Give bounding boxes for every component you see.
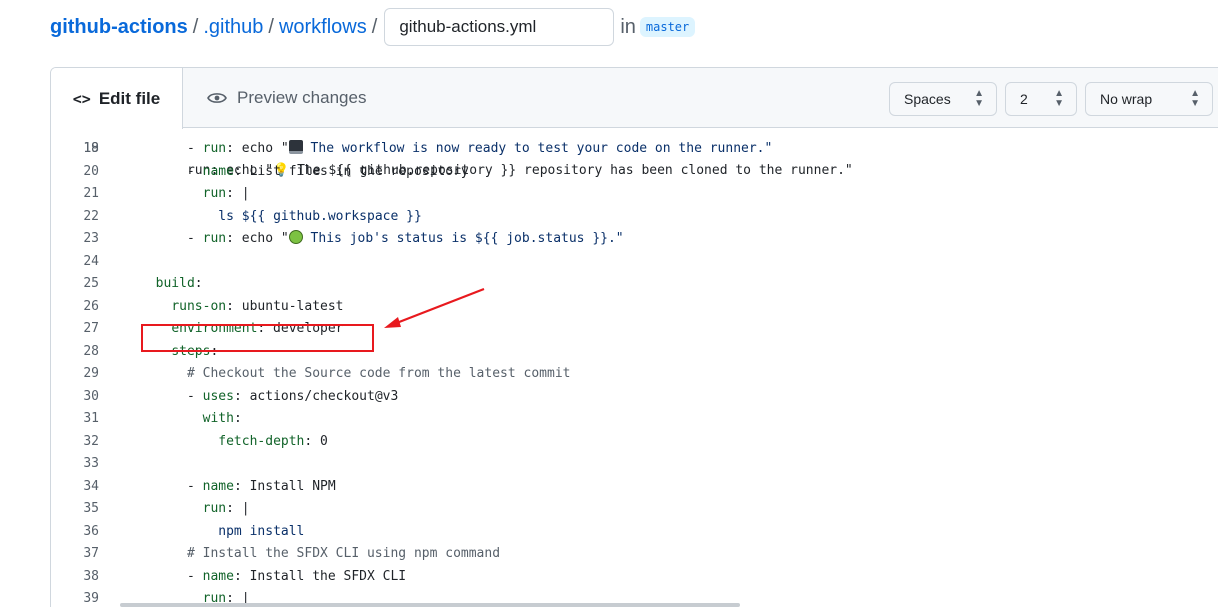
line-number: 23 — [83, 231, 99, 246]
filename-input[interactable] — [384, 8, 615, 46]
code-line: 34 - name: Install NPM — [51, 476, 1218, 498]
line-number: 28 — [83, 343, 99, 359]
code-text: - uses: actions/checkout@v3 — [140, 388, 399, 404]
select-arrows-icon: ▲ ▼ — [974, 88, 984, 109]
indent-size-select[interactable]: 2 ▲ ▼ — [1005, 82, 1077, 116]
code-line: 31 with: — [51, 408, 1218, 430]
code-line: 21 run: | — [51, 183, 1218, 205]
code-text: ls ${{ github.workspace }} — [218, 208, 422, 224]
code-line: 38 - name: Install the SFDX CLI — [51, 566, 1218, 588]
code-line: 24 — [51, 251, 1218, 273]
line-number: 33 — [83, 456, 99, 471]
code-line: 33 — [51, 453, 1218, 475]
code-line: 28 steps: — [51, 341, 1218, 363]
tab-preview-changes-label: Preview changes — [237, 88, 367, 107]
apple-emoji-icon — [288, 230, 303, 244]
line-number: 19 — [83, 141, 99, 156]
code-text: build: — [155, 276, 203, 291]
line-number: 32 — [83, 433, 99, 449]
line-number: 35 — [83, 501, 99, 516]
code-line: 19 - run: echo " The workflow is now rea… — [51, 138, 1218, 160]
file-editor: <> Edit file Preview changes Spaces ▲ ▼ 2… — [50, 67, 1218, 607]
indent-mode-value: Spaces — [904, 91, 951, 107]
code-text: run: | — [202, 186, 250, 201]
line-number: 36 — [83, 523, 99, 539]
line-number: 38 — [83, 568, 99, 584]
annotation-arrow-icon — [384, 287, 485, 328]
breadcrumb-separator: / — [371, 15, 378, 38]
line-number: 24 — [83, 253, 99, 269]
horizontal-scrollbar[interactable] — [120, 603, 740, 607]
code-line: 36 npm install — [51, 521, 1218, 543]
code-line: 30 - uses: actions/checkout@v3 — [51, 386, 1218, 408]
code-text: run: | — [202, 501, 250, 516]
code-line: 23 - run: echo " This job's status is ${… — [51, 228, 1218, 250]
code-text: with: — [202, 411, 242, 426]
code-text: npm install — [218, 523, 305, 539]
wrap-mode-value: No wrap — [1100, 91, 1153, 107]
line-number: 37 — [83, 546, 99, 561]
code-line: 32 fetch-depth: 0 — [51, 431, 1218, 453]
code-line: 27 environment: developer — [51, 318, 1218, 340]
indent-mode-select[interactable]: Spaces ▲ ▼ — [889, 82, 997, 116]
code-line: 37 # Install the SFDX CLI using npm comm… — [51, 543, 1218, 565]
breadcrumb-segment-github[interactable]: .github — [203, 16, 263, 39]
eye-icon — [207, 93, 227, 103]
code-text: - name: Install NPM — [140, 478, 336, 494]
code-line: 20 - name: List files in the repository — [51, 161, 1218, 183]
line-number: 31 — [83, 411, 99, 426]
code-text: - run: echo " This job's status is ${{ j… — [140, 230, 624, 246]
breadcrumb-separator: / — [192, 15, 199, 38]
code-text: - run: echo " The workflow is now ready … — [140, 140, 773, 156]
select-arrows-icon: ▲ ▼ — [1054, 88, 1064, 109]
code-text: steps: — [171, 343, 219, 359]
code-line: 25 build: — [51, 273, 1218, 295]
line-number: 30 — [83, 388, 99, 404]
tab-edit-file-label: Edit file — [98, 88, 161, 108]
line-number: 20 — [83, 163, 99, 179]
code-text: # Install the SFDX CLI using npm command — [186, 546, 501, 561]
breadcrumb-segment-workflows[interactable]: workflows — [279, 16, 367, 39]
code-text: # Checkout the Source code from the late… — [186, 366, 571, 381]
code-text: fetch-depth: 0 — [218, 433, 328, 449]
line-number: 34 — [83, 478, 99, 494]
code-editor[interactable]: 18 run: echo "💡 The ${{ github.repositor… — [51, 128, 1218, 607]
branch-badge[interactable]: master — [639, 17, 696, 37]
code-line: 22 ls ${{ github.workspace }} — [51, 206, 1218, 228]
breadcrumb-repo-link[interactable]: github-actions — [50, 16, 188, 39]
line-number: 39 — [83, 591, 99, 606]
editor-options: Spaces ▲ ▼ 2 ▲ ▼ No wrap ▲ ▼ — [889, 82, 1213, 116]
breadcrumb-separator: / — [268, 15, 274, 38]
line-number: 25 — [83, 276, 99, 291]
line-number: 29 — [83, 366, 99, 381]
editor-toolbar: <> Edit file Preview changes Spaces ▲ ▼ 2… — [51, 68, 1218, 129]
tab-preview-changes[interactable]: Preview changes — [207, 68, 366, 128]
code-icon: <> — [72, 89, 91, 108]
code-text: - name: Install the SFDX CLI — [140, 568, 407, 584]
code-line: 35 run: | — [51, 498, 1218, 520]
line-number: 21 — [83, 186, 99, 201]
wrap-mode-select[interactable]: No wrap ▲ ▼ — [1085, 82, 1213, 116]
code-text: environment: developer — [171, 321, 344, 336]
breadcrumb: github-actions / .github / workflows / i… — [50, 8, 696, 46]
code-text: - name: List files in the repository — [140, 163, 469, 179]
monitor-emoji-icon — [288, 140, 303, 154]
line-number: 27 — [83, 321, 99, 336]
line-number: 26 — [83, 298, 99, 314]
line-number: 22 — [83, 208, 99, 224]
code-text: runs-on: ubuntu-latest — [171, 298, 344, 314]
indent-size-value: 2 — [1020, 91, 1028, 107]
in-label: in — [620, 15, 636, 38]
tab-edit-file[interactable]: <> Edit file — [51, 68, 183, 129]
code-line: 26 runs-on: ubuntu-latest — [51, 296, 1218, 318]
select-arrows-icon: ▲ ▼ — [1190, 88, 1200, 109]
code-line-partial: 18 run: echo "💡 The ${{ github.repositor… — [51, 128, 1218, 178]
code-line: 29 # Checkout the Source code from the l… — [51, 363, 1218, 385]
